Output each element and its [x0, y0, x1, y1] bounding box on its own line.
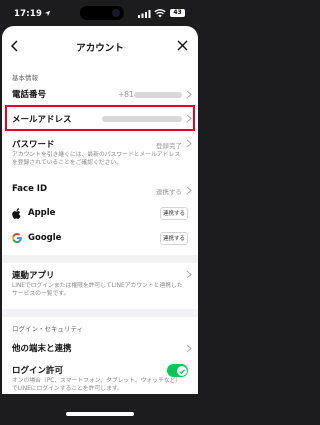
- phone-row[interactable]: 電話番号 +81: [2, 82, 198, 106]
- page-title: アカウント: [76, 43, 124, 54]
- email-highlight-box: [5, 105, 195, 131]
- phone-prefix: +81: [118, 90, 134, 99]
- section-label-login-security: ログイン・セキュリティ: [12, 325, 84, 333]
- chevron-right-icon: [186, 90, 192, 99]
- phone-value-masked: [134, 92, 182, 98]
- login-permission-description: オンの場合（PC、スマートフォン、タブレット、ウォッチなど）でLINEにログイン…: [12, 378, 182, 392]
- apple-title: Apple: [28, 208, 56, 218]
- battery-icon: 43: [170, 9, 185, 17]
- face-id-row[interactable]: Face ID 連携する: [2, 178, 198, 202]
- linked-apps-description: LINEでログインまたは権限を許可してLINEアカウントと連携したサービスの一覧…: [12, 283, 183, 297]
- home-indicator: [66, 412, 134, 416]
- chevron-right-icon: [186, 139, 192, 148]
- google-link-button[interactable]: 連携する: [160, 232, 188, 245]
- face-id-status: 連携する: [156, 188, 182, 196]
- password-row[interactable]: パスワード 登録完了 アカウントを引き継ぐには、最新のパスワードとメールアドレス…: [2, 134, 198, 178]
- toggle-knob: [176, 365, 187, 376]
- chevron-right-icon: [186, 270, 192, 279]
- signal-icon: [138, 10, 151, 18]
- other-devices-title: 他の端末と連携: [12, 344, 72, 354]
- face-id-title: Face ID: [12, 184, 48, 194]
- login-permission-row: ログイン許可 オンの場合（PC、スマートフォン、タブレット、ウォッチなど）でLI…: [2, 364, 198, 394]
- chevron-right-icon: [186, 344, 192, 353]
- header: アカウント: [2, 26, 198, 66]
- password-description: アカウントを引き継ぐには、最新のパスワードとメールアドレスを登録されていることを…: [12, 152, 181, 166]
- status-bar: 17:19 43: [0, 0, 200, 24]
- apple-icon: [12, 208, 21, 219]
- apple-link-button[interactable]: 連携する: [160, 207, 188, 220]
- password-status: 登録完了: [156, 142, 182, 150]
- google-row: Google 連携する: [2, 226, 198, 252]
- section-label-basic-info: 基本情報: [12, 74, 38, 82]
- section-divider: [2, 309, 198, 317]
- apple-row: Apple 連携する: [2, 202, 198, 226]
- dynamic-island: [80, 6, 124, 20]
- google-icon: [12, 233, 22, 243]
- close-icon[interactable]: [177, 40, 188, 51]
- linked-apps-title: 連動アプリ: [12, 271, 55, 281]
- google-title: Google: [28, 233, 62, 243]
- wifi-icon: [154, 9, 166, 18]
- check-icon: [178, 368, 185, 374]
- location-arrow-icon: [44, 10, 51, 17]
- password-title: パスワード: [12, 140, 55, 150]
- phone-title: 電話番号: [12, 90, 47, 100]
- account-sheet: アカウント 基本情報 電話番号 +81 メールアドレス パスワード 登録完了 ア…: [2, 26, 198, 394]
- login-permission-toggle[interactable]: [167, 364, 188, 377]
- status-time: 17:19: [14, 9, 43, 19]
- chevron-right-icon: [186, 186, 192, 195]
- other-devices-row[interactable]: 他の端末と連携: [2, 336, 198, 360]
- section-divider: [2, 255, 198, 263]
- linked-apps-row[interactable]: 連動アプリ LINEでログインまたは権限を許可してLINEアカウントと連携したサ…: [2, 265, 198, 309]
- login-permission-title: ログイン許可: [12, 366, 64, 376]
